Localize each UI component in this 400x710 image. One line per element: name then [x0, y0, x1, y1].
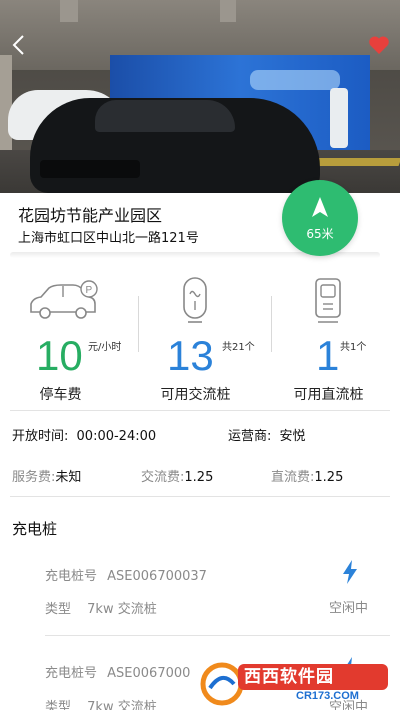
ac-total: 共21个 — [222, 342, 255, 353]
section-divider — [10, 496, 390, 497]
pile-type-label: 类型 — [45, 602, 72, 617]
watermark-brand: 西西软件园 — [238, 664, 388, 690]
list-item[interactable]: 充电桩号 ASE006700037 类型 7kw 交流桩 空闲中 — [0, 555, 400, 625]
ac-fee-value: 1.25 — [184, 470, 214, 485]
watermark-logo: 西西软件园 CR173.COM — [200, 662, 390, 706]
wall-signage — [250, 70, 340, 90]
pile-number-label: 充电桩号 — [45, 666, 98, 681]
distance-label: 65米 — [306, 227, 334, 241]
station-name: 花园坊节能产业园区 — [18, 206, 163, 225]
car-windshield — [95, 100, 235, 132]
parking-fee-stat: P 10 元/小时 停车费 — [0, 272, 133, 403]
dc-charger-icon — [315, 278, 341, 323]
pile-type-value: 7kw 交流桩 — [87, 700, 157, 710]
ac-fee: 交流费:1.25 — [141, 466, 213, 485]
service-fee-value: 未知 — [55, 470, 82, 485]
pile-status: 空闲中 — [329, 601, 369, 616]
pile-type: 类型 7kw 交流桩 — [45, 696, 157, 710]
pile-type-value: 7kw 交流桩 — [87, 602, 157, 617]
parking-car-icon: P — [30, 280, 98, 319]
dc-total: 共1个 — [340, 342, 367, 353]
pile-type: 类型 7kw 交流桩 — [45, 598, 157, 617]
dc-available-label: 可用直流桩 — [293, 387, 364, 403]
station-photo — [0, 0, 400, 193]
service-fee: 服务费:未知 — [12, 466, 81, 485]
pile-number-value: ASE0067000 — [107, 666, 191, 681]
section-divider — [10, 410, 390, 411]
ac-available-label: 可用交流桩 — [160, 387, 231, 403]
pile-number-value: ASE006700037 — [107, 569, 207, 584]
pile-number-label: 充电桩号 — [45, 569, 98, 584]
lightning-bolt-icon — [343, 560, 357, 584]
navigation-arrow-icon — [312, 197, 328, 217]
car-grille — [40, 160, 140, 178]
dc-fee-label: 直流费: — [271, 470, 315, 485]
operator-label: 运营商: — [228, 429, 272, 444]
dc-available-value: 1 — [316, 332, 340, 379]
svg-text:P: P — [86, 285, 93, 296]
navigate-button[interactable]: 65米 — [282, 180, 358, 256]
pile-number: 充电桩号 ASE006700037 — [45, 565, 207, 584]
dc-fee: 直流费:1.25 — [271, 466, 343, 485]
stat-divider — [271, 296, 272, 352]
watermark-url: CR173.COM — [296, 690, 359, 702]
parking-fee-unit: 元/小时 — [88, 342, 122, 353]
open-hours: 开放时间: 00:00-24:00 — [12, 425, 156, 444]
pile-number: 充电桩号 ASE0067000 — [45, 662, 190, 681]
heart-icon[interactable] — [368, 35, 390, 55]
service-fee-label: 服务费: — [12, 470, 56, 485]
open-hours-value: 00:00-24:00 — [76, 429, 157, 444]
ac-fee-label: 交流费: — [141, 470, 185, 485]
ceiling-beam — [60, 0, 78, 22]
station-address: 上海市虹口区中山北一路121号 — [18, 231, 199, 246]
pile-type-label: 类型 — [45, 700, 72, 710]
operator-value: 安悦 — [279, 429, 306, 444]
dc-fee-value: 1.25 — [314, 470, 344, 485]
ac-charger-stat: 13 共21个 可用交流桩 — [133, 272, 266, 403]
parking-fee-label: 停车费 — [39, 387, 82, 403]
open-hours-label: 开放时间: — [12, 429, 69, 444]
piles-section-title: 充电桩 — [12, 520, 58, 538]
charging-station-unit — [330, 88, 348, 148]
dc-charger-stat: 1 共1个 可用直流桩 — [266, 272, 399, 403]
ac-available-value: 13 — [167, 332, 214, 379]
ac-charger-icon — [183, 277, 207, 323]
ceiling-beam — [220, 0, 236, 22]
chevron-left-icon[interactable] — [10, 34, 28, 56]
list-divider — [45, 635, 390, 636]
operator: 运营商: 安悦 — [228, 425, 306, 444]
